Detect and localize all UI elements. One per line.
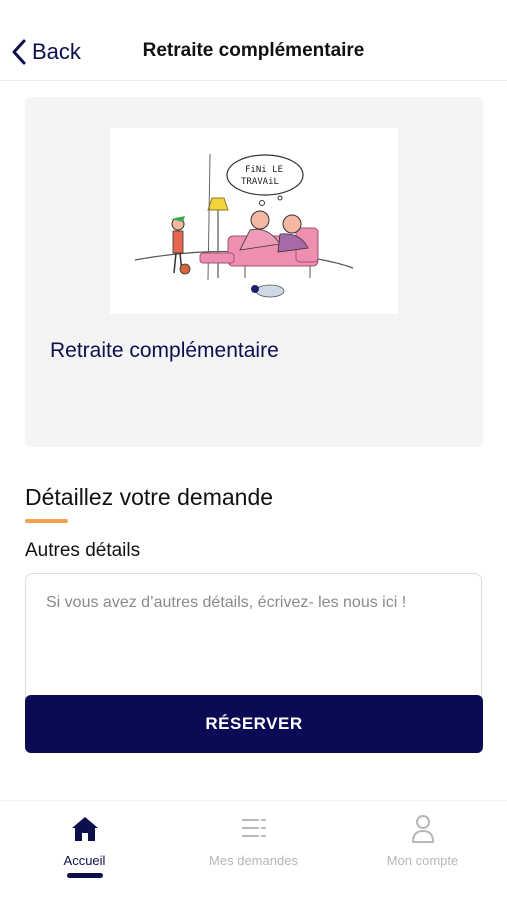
bubble-line-2: TRAVAiL — [241, 177, 279, 187]
tab-label-accueil: Accueil — [63, 853, 106, 868]
bottom-nav: Accueil Mes demandes Mon compte — [0, 800, 507, 901]
section-title: Détaillez votre demande — [25, 484, 274, 510]
home-icon — [71, 817, 98, 841]
details-label: Autres détails — [25, 540, 141, 561]
tab-label-mon-compte: Mon compte — [386, 853, 459, 868]
active-tab-indicator — [66, 873, 103, 878]
tab-accueil[interactable]: Accueil — [0, 811, 169, 891]
user-icon — [411, 815, 434, 843]
top-bar: Back Retraite complémentaire — [0, 0, 507, 81]
tab-mes-demandes[interactable]: Mes demandes — [169, 811, 338, 891]
retirement-illustration: FiNi LE TRAVAiL — [110, 128, 398, 314]
list-icon — [241, 819, 266, 837]
card-title: Retraite complémentaire — [50, 339, 279, 362]
bubble-line-1: FiNi LE — [245, 165, 283, 175]
tab-mon-compte[interactable]: Mon compte — [338, 811, 507, 891]
details-textarea[interactable] — [25, 573, 482, 705]
service-card[interactable]: FiNi LE TRAVAiL Retraite complémentaire — [25, 97, 483, 447]
page-title: Retraite complémentaire — [142, 40, 365, 61]
section-accent-bar — [25, 519, 68, 523]
reserve-button[interactable]: RÉSERVER — [25, 695, 483, 753]
tab-label-mes-demandes: Mes demandes — [209, 853, 298, 868]
